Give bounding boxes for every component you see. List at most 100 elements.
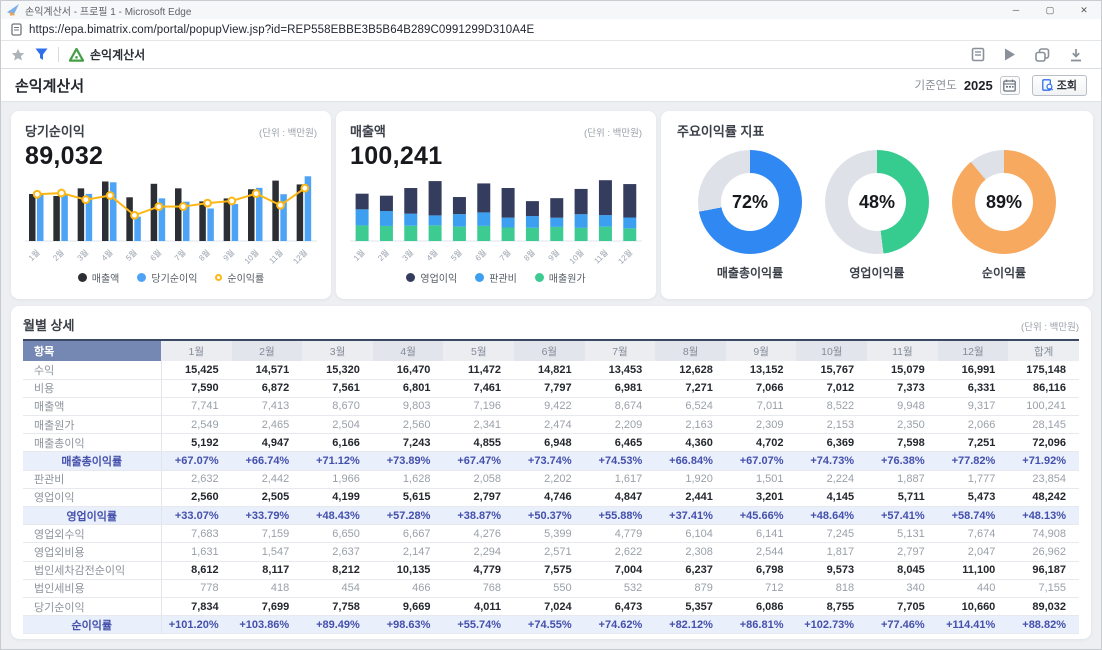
segment-영업이익 xyxy=(599,180,612,215)
cell-value: 1,777 xyxy=(938,470,1009,488)
cell-value: 16,991 xyxy=(938,361,1009,379)
cell-value: 1,817 xyxy=(796,543,867,561)
page-header: 손익계산서 기준연도 2025 xyxy=(1,69,1101,102)
cell-value: 9,669 xyxy=(373,597,444,615)
segment-영업이익 xyxy=(404,188,417,214)
cell-value: 7,758 xyxy=(302,597,373,615)
cell-value: 4,779 xyxy=(443,561,514,579)
bar-매출액 xyxy=(175,188,182,241)
legend-item: 순이익률 xyxy=(215,270,264,285)
legend-item: 매출액 xyxy=(78,270,120,285)
cell-value: +66.84% xyxy=(655,452,726,470)
column-header: 5월 xyxy=(443,340,514,361)
cell-value: 7,024 xyxy=(514,597,585,615)
table-row: 수익15,42514,57115,32016,47011,47214,82113… xyxy=(23,361,1079,379)
cell-value: 7,561 xyxy=(302,379,373,397)
cell-value: 9,317 xyxy=(938,397,1009,415)
calendar-icon xyxy=(1003,79,1016,92)
segment-판관비 xyxy=(623,218,636,229)
cell-value: 89,032 xyxy=(1008,597,1079,615)
search-doc-icon xyxy=(1042,79,1053,91)
address-bar[interactable]: https://epa.bimatrix.com/portal/popupVie… xyxy=(1,19,1101,41)
cell-value: 5,473 xyxy=(938,488,1009,506)
cell-value: +48.13% xyxy=(1008,507,1079,525)
donut-row: 72%매출총이익률48%영업이익률89%순이익률 xyxy=(677,140,1077,281)
segment-매출원가 xyxy=(526,228,539,241)
bookmark-title[interactable]: 손익계산서 xyxy=(90,46,145,63)
cell-value: +86.81% xyxy=(726,616,797,634)
segment-매출원가 xyxy=(380,226,393,241)
segment-매출원가 xyxy=(575,228,588,241)
cell-value: 7,797 xyxy=(514,379,585,397)
cell-value: 8,612 xyxy=(161,561,232,579)
cell-value: 6,667 xyxy=(373,525,444,543)
cell-value: 418 xyxy=(232,579,303,597)
url-text[interactable]: https://epa.bimatrix.com/portal/popupVie… xyxy=(29,24,534,36)
legend-label: 매출액 xyxy=(92,270,120,285)
cell-value: 10,660 xyxy=(938,597,1009,615)
cell-value: 440 xyxy=(938,579,1009,597)
bar-매출액 xyxy=(199,201,206,241)
cell-value: 100,241 xyxy=(1008,397,1079,415)
calendar-button[interactable] xyxy=(1000,76,1020,95)
star-icon[interactable] xyxy=(11,48,25,62)
ratio-point xyxy=(204,200,211,207)
cell-value: 2,441 xyxy=(655,488,726,506)
segment-매출원가 xyxy=(356,225,369,241)
bar-매출액 xyxy=(151,184,158,241)
cell-value: +33.07% xyxy=(161,507,232,525)
segment-영업이익 xyxy=(429,181,442,215)
donut-column: 72%매출총이익률 xyxy=(691,150,809,281)
item-column-header: 항목 xyxy=(23,340,161,361)
maximize-button[interactable]: ▢ xyxy=(1033,1,1067,19)
donut-column: 89%순이익률 xyxy=(945,150,1063,281)
run-icon[interactable] xyxy=(1004,48,1016,61)
table-row: 법인세비용77841845446676855053287971281834044… xyxy=(23,579,1079,597)
chart-legend: 매출액당기순이익순이익률 xyxy=(25,270,317,285)
legend-marker xyxy=(215,274,222,281)
cell-value: 1,501 xyxy=(726,470,797,488)
cell-value: 15,320 xyxy=(302,361,373,379)
profit-ratio-card: 주요이익률 지표 72%매출총이익률48%영업이익률89%순이익률 xyxy=(661,111,1093,299)
cell-value: 768 xyxy=(443,579,514,597)
download-icon[interactable] xyxy=(1069,48,1083,62)
cell-value: 4,145 xyxy=(796,488,867,506)
cell-value: 2,465 xyxy=(232,416,303,434)
cell-value: 8,212 xyxy=(302,561,373,579)
legend-item: 매출원가 xyxy=(535,270,586,285)
copy-icon[interactable] xyxy=(1035,48,1050,62)
cell-value: 2,066 xyxy=(938,416,1009,434)
search-button[interactable]: 조회 xyxy=(1032,75,1087,96)
cell-value: 4,847 xyxy=(585,488,656,506)
cell-value: 8,670 xyxy=(302,397,373,415)
cell-value: +48.43% xyxy=(302,507,373,525)
segment-판관비 xyxy=(550,218,563,227)
cell-value: 5,615 xyxy=(373,488,444,506)
segment-판관비 xyxy=(575,214,588,228)
svg-text:7월: 7월 xyxy=(172,247,187,262)
legend-item: 영업이익 xyxy=(406,270,457,285)
cell-value: 712 xyxy=(726,579,797,597)
minimize-button[interactable]: ─ xyxy=(999,1,1033,19)
cell-value: 26,962 xyxy=(1008,543,1079,561)
filter-icon[interactable] xyxy=(35,48,48,61)
cell-value: 2,341 xyxy=(443,416,514,434)
cell-value: 9,422 xyxy=(514,397,585,415)
segment-판관비 xyxy=(404,214,417,226)
row-label: 순이익률 xyxy=(23,616,161,634)
cell-value: 175,148 xyxy=(1008,361,1079,379)
bimatrix-logo[interactable] xyxy=(69,48,84,62)
cell-value: 2,202 xyxy=(514,470,585,488)
close-button[interactable]: ✕ xyxy=(1067,1,1101,19)
svg-text:8월: 8월 xyxy=(196,247,211,262)
note-icon[interactable] xyxy=(971,47,985,62)
svg-text:10월: 10월 xyxy=(242,247,261,266)
legend-marker xyxy=(137,273,146,282)
base-year-value[interactable]: 2025 xyxy=(964,78,993,93)
cell-value: +37.41% xyxy=(655,507,726,525)
table-row: 당기순이익7,8347,6997,7589,6694,0117,0246,473… xyxy=(23,597,1079,615)
site-info-icon[interactable] xyxy=(11,23,22,36)
cell-value: 6,086 xyxy=(726,597,797,615)
cell-value: 6,166 xyxy=(302,434,373,452)
table-row: 판관비2,6322,4421,9661,6282,0582,2021,6171,… xyxy=(23,470,1079,488)
